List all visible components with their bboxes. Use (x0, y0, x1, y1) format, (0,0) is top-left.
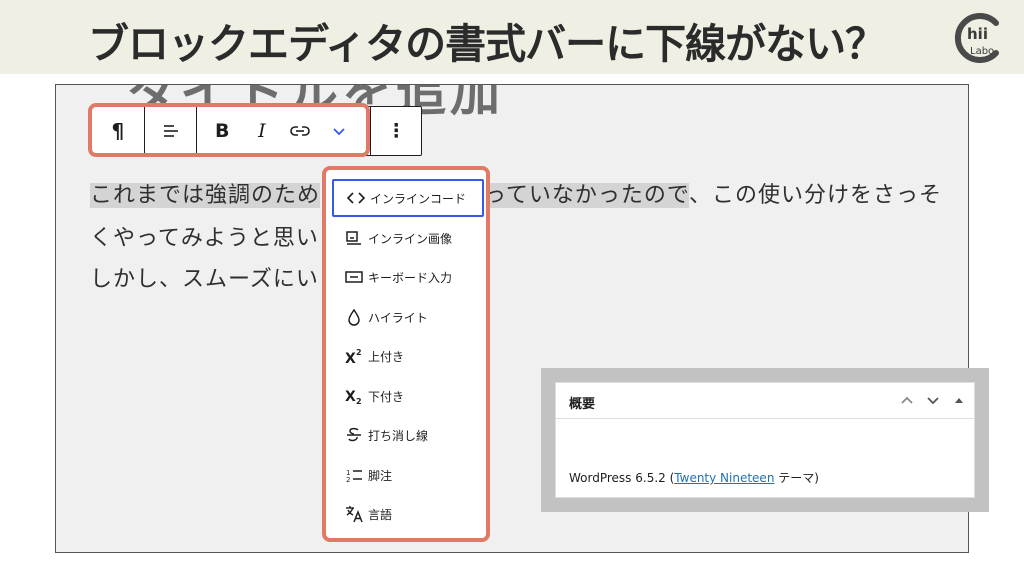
image-icon (346, 231, 361, 245)
chevron-up-icon[interactable] (900, 395, 914, 405)
keyboard-icon (345, 271, 363, 283)
chii-labo-logo: hii Labo (954, 13, 999, 63)
summary-panel-frame: 概要 WordPress 6.5.2 (Twenty Nineteen テーマ) (541, 368, 989, 512)
menu-item-footnote[interactable]: 12 脚注 (332, 456, 484, 494)
toolbar-highlight-annotation (88, 103, 370, 157)
menu-item-label: インラインコード (370, 191, 467, 206)
menu-item-superscript[interactable]: X2 上付き (332, 337, 484, 375)
subscript-icon: X2 (345, 389, 362, 405)
menu-item-label: 下付き (368, 389, 405, 404)
logo-text-bottom: Labo (970, 46, 994, 57)
paragraph-line-2[interactable]: くやってみようと思い (90, 220, 319, 252)
format-dropdown-menu: インラインコード インライン画像 キーボード入力 ハイライト X2 上付き X2… (322, 166, 490, 542)
menu-item-label: 打ち消し線 (368, 428, 429, 443)
svg-text:X: X (345, 389, 356, 405)
theme-link[interactable]: Twenty Nineteen (674, 471, 774, 485)
menu-item-highlight[interactable]: ハイライト (332, 298, 484, 336)
strikethrough-icon (347, 427, 361, 442)
paragraph-line-3[interactable]: しかし、スムーズにい (90, 261, 319, 293)
menu-item-label: インライン画像 (368, 231, 453, 246)
droplet-icon (348, 308, 360, 326)
footnote-icon: 12 (346, 469, 362, 483)
panel-title: 概要 (569, 397, 596, 412)
svg-text:2: 2 (356, 397, 362, 405)
menu-item-inline-image[interactable]: インライン画像 (332, 219, 484, 257)
banner-title: ブロックエディタの書式バーに下線がない？ (88, 20, 886, 68)
language-icon (346, 506, 363, 523)
menu-item-label: 脚注 (368, 468, 393, 483)
code-icon (346, 192, 366, 204)
menu-item-strikethrough[interactable]: 打ち消し線 (332, 416, 484, 454)
chevron-down-icon[interactable] (926, 395, 940, 405)
collapse-toggle-icon[interactable] (954, 396, 964, 404)
header-banner: ブロックエディタの書式バーに下線がない？ hii Labo (0, 0, 1024, 74)
paragraph-text: 、この使い分けをさっそ (689, 183, 943, 208)
panel-header: 概要 (556, 383, 974, 419)
svg-text:2: 2 (346, 476, 350, 483)
menu-item-inline-code[interactable]: インラインコード (332, 179, 484, 217)
summary-panel: 概要 WordPress 6.5.2 (Twenty Nineteen テーマ) (555, 382, 975, 498)
svg-text:2: 2 (356, 348, 362, 357)
theme-suffix: テーマ) (774, 471, 819, 485)
menu-item-subscript[interactable]: X2 下付き (332, 377, 484, 415)
svg-text:X: X (345, 351, 356, 365)
selected-text-a: これまでは強調のため (90, 183, 321, 208)
selected-text-b: っていなかったので (484, 183, 690, 208)
paragraph-line-1[interactable]: これまでは強調のため っていなかったので、この使い分けをさっそ (90, 177, 942, 209)
wordpress-version-text: WordPress 6.5.2 (Twenty Nineteen テーマ) (569, 469, 819, 486)
menu-item-label: 言語 (368, 507, 393, 522)
menu-item-keyboard-input[interactable]: キーボード入力 (332, 258, 484, 296)
logo-text-top: hii (967, 25, 988, 43)
options-button[interactable]: ⋮ (371, 107, 421, 155)
version-prefix: WordPress 6.5.2 ( (569, 471, 675, 485)
menu-item-label: 上付き (368, 349, 405, 364)
superscript-icon: X2 (345, 348, 362, 365)
menu-item-language[interactable]: 言語 (332, 495, 484, 533)
menu-item-label: キーボード入力 (368, 270, 453, 285)
menu-item-label: ハイライト (368, 310, 428, 325)
